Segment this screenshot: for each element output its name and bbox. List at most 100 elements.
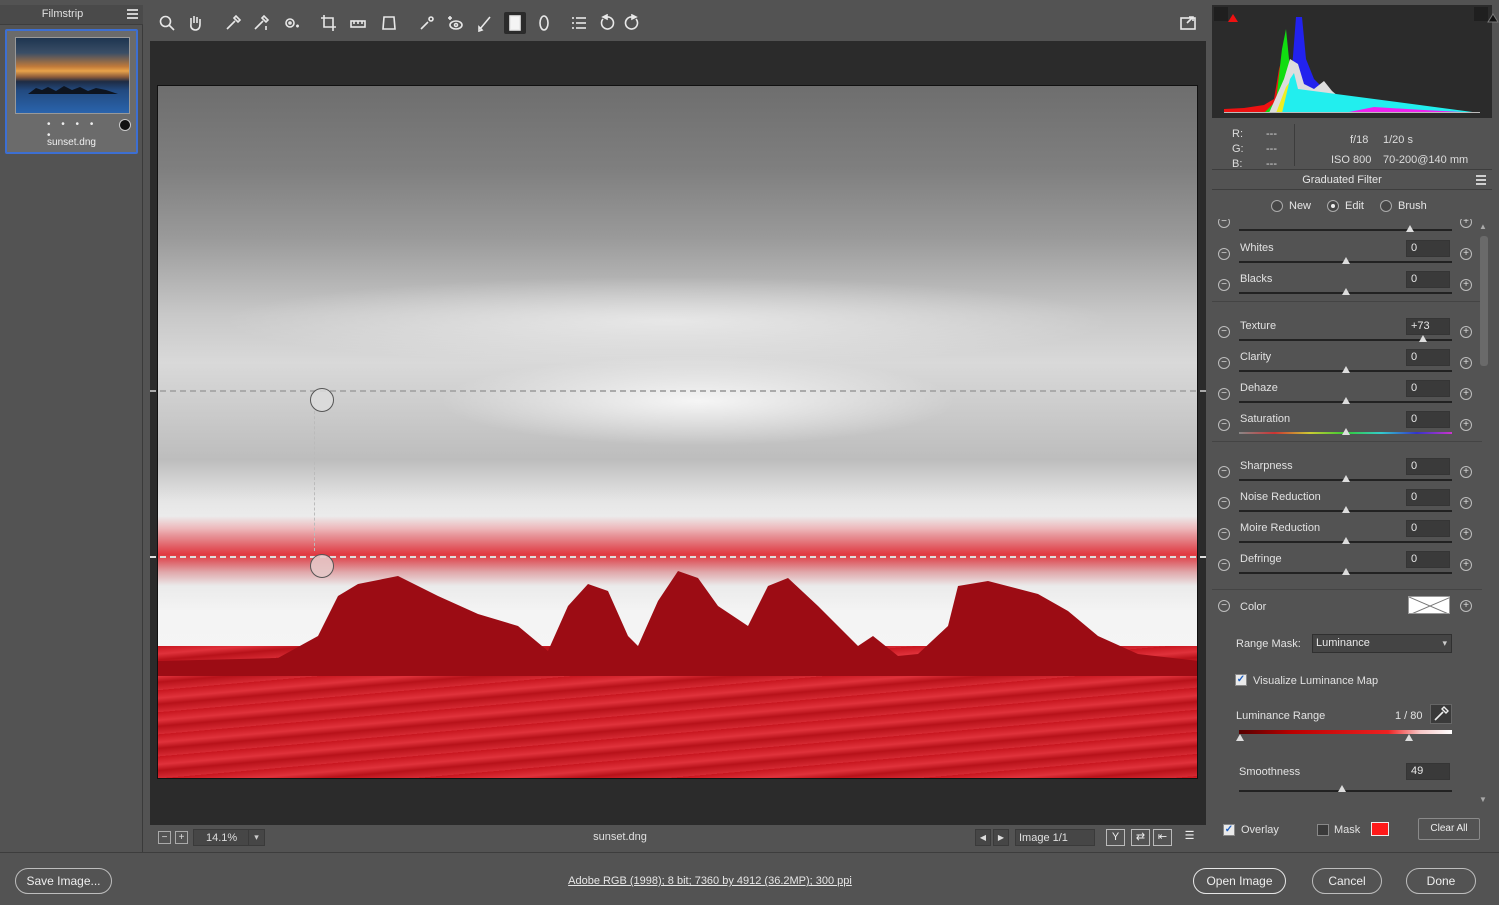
minus-icon[interactable]: − [1218,219,1230,228]
filmstrip-menu-icon[interactable] [127,9,138,19]
graduated-filter-start-line[interactable] [150,390,1206,392]
before-after-view-button[interactable]: Y [1106,829,1125,846]
dehaze-minus-icon[interactable]: − [1218,388,1230,400]
saturation-minus-icon[interactable]: − [1218,419,1230,431]
panel-scrollbar[interactable]: ▲ ▼ [1478,222,1490,806]
color-sampler-icon[interactable] [250,12,272,34]
sharpness-plus-icon[interactable]: + [1460,466,1472,478]
scroll-up-icon[interactable]: ▲ [1479,222,1487,231]
graduated-filter-end-line[interactable] [150,556,1206,558]
scrollbar-thumb[interactable] [1480,236,1488,366]
chevron-down-icon[interactable]: ▾ [248,830,264,845]
panel-menu-icon[interactable] [1476,175,1486,185]
blacks-plus-icon[interactable]: + [1460,279,1472,291]
noise-reduction-value[interactable]: 0 [1406,489,1450,506]
open-image-button[interactable]: Open Image [1193,868,1286,894]
texture-plus-icon[interactable]: + [1460,326,1472,338]
rotate-left-icon[interactable] [596,12,618,34]
whites-value[interactable]: 0 [1406,240,1450,257]
rotate-right-icon[interactable] [621,12,643,34]
clarity-value[interactable]: 0 [1406,349,1450,366]
graduated-filter-start-pin[interactable] [310,388,334,412]
moire-reduction-value[interactable]: 0 [1406,520,1450,537]
graduated-filter-icon[interactable] [504,12,526,34]
luminance-range-track[interactable] [1239,730,1452,734]
adjustment-brush-icon[interactable] [474,12,496,34]
sharpness-value[interactable]: 0 [1406,458,1450,475]
targeted-adjustment-icon[interactable] [280,12,302,34]
texture-thumb[interactable] [1419,335,1427,342]
save-image-button[interactable]: Save Image... [15,868,112,894]
sharpness-thumb[interactable] [1342,475,1350,482]
swap-settings-icon[interactable]: ⇄ [1131,829,1150,846]
mask-checkbox[interactable] [1317,824,1329,836]
defringe-minus-icon[interactable]: − [1218,559,1230,571]
spot-removal-icon[interactable] [416,12,438,34]
sharpness-minus-icon[interactable]: − [1218,466,1230,478]
whites-minus-icon[interactable]: − [1218,248,1230,260]
noise-reduction-thumb[interactable] [1342,506,1350,513]
saturation-thumb[interactable] [1342,428,1350,435]
transform-icon[interactable] [378,12,400,34]
texture-value[interactable]: +73 [1406,318,1450,335]
defringe-plus-icon[interactable]: + [1460,559,1472,571]
overlay-checkbox[interactable]: ✓ [1223,824,1235,836]
cancel-button[interactable]: Cancel [1312,868,1382,894]
clarity-thumb[interactable] [1342,366,1350,373]
crop-icon[interactable] [318,12,340,34]
slider-thumb[interactable] [1406,225,1414,232]
radial-filter-icon[interactable] [533,12,555,34]
zoom-in-button[interactable]: + [175,831,188,844]
fullscreen-icon[interactable] [1177,12,1199,34]
defringe-thumb[interactable] [1342,568,1350,575]
hand-icon[interactable] [184,12,206,34]
moire-reduction-thumb[interactable] [1342,537,1350,544]
copy-settings-icon[interactable]: ⇤ [1153,829,1172,846]
moire-reduction-plus-icon[interactable]: + [1460,528,1472,540]
clear-all-button[interactable]: Clear All [1418,818,1480,840]
clarity-minus-icon[interactable]: − [1218,357,1230,369]
graduated-filter-end-pin[interactable] [310,554,334,578]
dehaze-plus-icon[interactable]: + [1460,388,1472,400]
blacks-thumb[interactable] [1342,288,1350,295]
texture-minus-icon[interactable]: − [1218,326,1230,338]
mode-brush-radio[interactable] [1380,200,1392,212]
whites-plus-icon[interactable]: + [1460,248,1472,260]
mode-edit-radio[interactable] [1327,200,1339,212]
zoom-out-button[interactable]: − [158,831,171,844]
scroll-down-icon[interactable]: ▼ [1479,795,1487,804]
color-minus-icon[interactable]: − [1218,600,1230,612]
moire-reduction-minus-icon[interactable]: − [1218,528,1230,540]
noise-reduction-minus-icon[interactable]: − [1218,497,1230,509]
color-plus-icon[interactable]: + [1460,600,1472,612]
noise-reduction-plus-icon[interactable]: + [1460,497,1472,509]
red-eye-icon[interactable] [444,12,466,34]
eyedropper-icon[interactable] [1430,704,1452,724]
plus-icon[interactable]: + [1460,219,1472,228]
filmstrip-thumbnail[interactable]: • • • • • sunset.dng [5,29,138,154]
done-button[interactable]: Done [1406,868,1476,894]
dehaze-thumb[interactable] [1342,397,1350,404]
slider-track[interactable] [1239,229,1452,231]
view-settings-icon[interactable]: ☰ [1180,829,1199,846]
workflow-options-link[interactable]: Adobe RGB (1998); 8 bit; 7360 by 4912 (3… [470,875,950,887]
luminance-low-thumb[interactable] [1236,734,1244,741]
saturation-value[interactable]: 0 [1406,411,1450,428]
visualize-luminance-checkbox[interactable]: ✓ [1235,674,1247,686]
range-mask-select[interactable]: Luminance ▾ [1312,634,1452,653]
saturation-plus-icon[interactable]: + [1460,419,1472,431]
next-image-button[interactable]: ▶ [993,829,1009,846]
blacks-minus-icon[interactable]: − [1218,279,1230,291]
whites-thumb[interactable] [1342,257,1350,264]
blacks-value[interactable]: 0 [1406,271,1450,288]
defringe-value[interactable]: 0 [1406,551,1450,568]
dehaze-value[interactable]: 0 [1406,380,1450,397]
previous-image-button[interactable]: ◀ [975,829,991,846]
luminance-high-thumb[interactable] [1405,734,1413,741]
preferences-icon[interactable] [568,12,590,34]
clarity-plus-icon[interactable]: + [1460,357,1472,369]
mode-new-radio[interactable] [1271,200,1283,212]
smoothness-thumb[interactable] [1338,785,1346,792]
white-balance-icon[interactable] [222,12,244,34]
straighten-icon[interactable] [347,12,369,34]
